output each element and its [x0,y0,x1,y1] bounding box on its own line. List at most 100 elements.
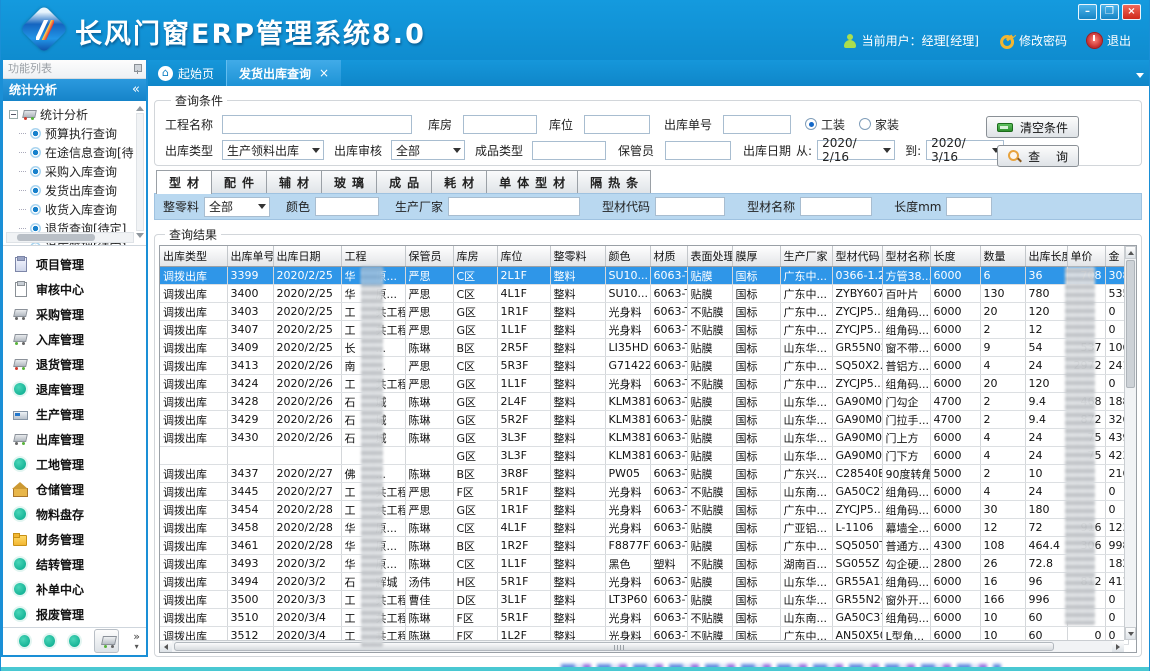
tree-root-stats[interactable]: 统计分析 [9,105,134,124]
minimize-button[interactable]: – [1078,4,1097,20]
material-tab[interactable]: 辅材 [267,170,322,194]
tree-horizontal-scrollbar[interactable] [6,232,134,243]
pin-icon[interactable] [133,64,141,74]
scroll-down-button[interactable] [1125,627,1136,640]
sidebar-menu-item[interactable]: 物料盘存 [13,502,146,527]
warehouse-input[interactable] [463,115,537,134]
grid-header-cell[interactable]: 型材名称 [882,246,930,267]
manufacturer-input[interactable] [448,197,580,216]
sidebar-menu-item[interactable]: 出库管理 [13,427,146,452]
table-row[interactable]: 调拨出库 3493 2020/3/2 华原... 陈琳 C区 1L1F 整料 黑… [160,555,1128,573]
collapse-icon[interactable]: « [132,79,140,101]
grid-header-cell[interactable]: 库房 [453,246,497,267]
grid-header-cell[interactable]: 整零料 [550,246,605,267]
table-row[interactable]: 调拨出库 3430 2020/2/26 石城 陈琳 G区 3L3F 整料 KLM… [160,429,1128,447]
material-tab[interactable]: 配件 [212,170,267,194]
material-tab[interactable]: 耗材 [432,170,487,194]
grid-header-cell[interactable]: 出库日期 [273,246,341,267]
sidebar-menu-item[interactable]: 生产管理 [13,402,146,427]
change-password-button[interactable]: 修改密码 [999,32,1067,49]
table-row[interactable]: 调拨出库 3494 2020/3/2 石辉城 汤伟 H区 5R1F 整料 光身料… [160,573,1128,591]
scroll-up-button[interactable] [1125,246,1136,259]
table-row[interactable]: 调拨出库 3500 2020/3/3 工共工程 曹佳 D区 3L1F 整料 LT… [160,591,1128,609]
audit-select[interactable]: 全部 [391,140,465,160]
tree-item[interactable]: 发货出库查询 [9,181,134,200]
material-tab[interactable]: 隔热条 [578,170,651,194]
horizontal-scroll-thumb[interactable] [174,642,1054,651]
footer-dot-icon[interactable] [69,635,80,647]
sidebar-menu-item[interactable]: 财务管理 [13,527,146,552]
logout-button[interactable]: 退出 [1087,32,1131,49]
grid-header-cell[interactable]: 出库单号 [227,246,273,267]
tab-shipment-query[interactable]: 发货出库查询 × [226,60,341,86]
grid-header-cell[interactable]: 型材代码 [832,246,882,267]
grid-horizontal-scrollbar[interactable] [160,640,1124,652]
tree-expand-icon[interactable] [9,110,18,119]
grid-header-cell[interactable]: 出库长度 [1025,246,1067,267]
scroll-down-icon[interactable] [136,233,144,238]
table-row[interactable]: 调拨出库 3428 2020/2/26 石城 陈琳 G区 2L4F 整料 KLM… [160,393,1128,411]
grid-header-cell[interactable]: 生产厂家 [780,246,832,267]
table-row[interactable]: 调拨出库 3461 2020/2/28 华原... 陈琳 B区 1R2F 整料 … [160,537,1128,555]
sidebar-menu-item[interactable]: 补单中心 [13,577,146,602]
stats-section-header[interactable]: 统计分析 « [3,79,146,101]
grid-header-cell[interactable]: 出库类型 [160,246,227,267]
scroll-up-icon[interactable] [136,106,144,111]
tree-item[interactable]: 采购入库查询 [9,162,134,181]
footer-cart-button[interactable] [94,629,120,653]
tab-close-icon[interactable]: × [319,66,329,80]
tree-item[interactable]: 收货入库查询 [9,200,134,219]
table-row[interactable]: 调拨出库 3399 2020/2/25 华原... 严思 C区 2L1F 整料 … [160,267,1128,285]
sidebar-menu-item[interactable]: 退库管理 [13,377,146,402]
profile-name-input[interactable] [800,197,872,216]
material-tab[interactable]: 型材 [156,170,212,194]
table-row[interactable]: 调拨出库 3413 2020/2/26 南... 严思 C区 5R3F 整料 G… [160,357,1128,375]
clear-conditions-button[interactable]: 清空条件 [986,116,1079,138]
table-row[interactable]: 调拨出库 3445 2020/2/27 工共工程 严思 F区 5R1F 整料 光… [160,483,1128,501]
table-row[interactable]: 调拨出库 3437 2020/2/27 佛... 陈琳 B区 3R8F 整料 P… [160,465,1128,483]
material-tab[interactable]: 玻璃 [322,170,377,194]
project-name-input[interactable] [222,115,412,134]
sidebar-menu-item[interactable]: 项目管理 [13,252,146,277]
table-row[interactable]: 调拨出库 3409 2020/2/25 长... 陈琳 B区 2R5F 整料 L… [160,339,1128,357]
table-row[interactable]: 调拨出库 3454 2020/2/28 工共工程 严思 G区 1R1F 整料 光… [160,501,1128,519]
tree-item[interactable]: 在途信息查询[待 [9,143,134,162]
tab-home[interactable]: ⌂ 起始页 [148,65,226,86]
grid-header-cell[interactable]: 单价 [1067,246,1105,267]
sidebar-menu-item[interactable]: 入库管理 [13,327,146,352]
product-type-input[interactable] [532,141,606,160]
grid-vertical-scrollbar[interactable] [1124,246,1136,640]
radio-jiazhuang[interactable]: 家装 [859,116,899,133]
table-row[interactable]: 调拨出库 3429 2020/2/26 石城 陈琳 G区 5R2F 整料 KLM… [160,411,1128,429]
grid-header-cell[interactable]: 库位 [497,246,550,267]
out-type-select[interactable]: 生产领料出库 [222,140,324,160]
sidebar-menu-item[interactable]: 退货管理 [13,352,146,377]
whole-part-select[interactable]: 全部 [204,197,270,217]
sidebar-menu-item[interactable]: 报废管理 [13,602,146,627]
table-row[interactable]: 调拨出库 3400 2020/2/25 华原... 严思 C区 4L1F 整料 … [160,285,1128,303]
length-input[interactable] [946,197,992,216]
close-button[interactable]: × [1122,4,1141,20]
radio-gongzhuang[interactable]: 工装 [805,116,845,133]
table-row[interactable]: G区 3L3F 整料 KLM3817 6063-T5 贴膜 国标 山东华... … [160,447,1128,465]
grid-header-cell[interactable]: 颜色 [605,246,650,267]
grid-header-cell[interactable]: 材质 [650,246,687,267]
grid-header-cell[interactable]: 工程 [341,246,405,267]
order-no-input[interactable] [723,115,791,134]
scroll-right-button[interactable] [1112,641,1124,652]
grid-header-cell[interactable]: 膜厚 [732,246,780,267]
color-input[interactable] [315,197,379,216]
search-button[interactable]: 查 询 [997,145,1079,167]
table-row[interactable]: 调拨出库 3458 2020/2/28 华原... 陈琳 C区 4L1F 整料 … [160,519,1128,537]
sidebar-menu-item[interactable]: 采购管理 [13,302,146,327]
grid-header-cell[interactable]: 长度 [930,246,980,267]
material-tab[interactable]: 单体型材 [487,170,578,194]
maximize-button[interactable]: ❐ [1100,4,1119,20]
footer-more-button[interactable]: » ▾ [133,632,140,651]
keeper-input[interactable] [665,141,731,160]
location-input[interactable] [584,115,650,134]
sidebar-menu-item[interactable]: 仓储管理 [13,477,146,502]
date-to-select[interactable]: 2020/ 3/16 [926,140,1004,160]
sidebar-menu-item[interactable]: 审核中心 [13,277,146,302]
vertical-scroll-thumb[interactable] [1126,260,1135,388]
